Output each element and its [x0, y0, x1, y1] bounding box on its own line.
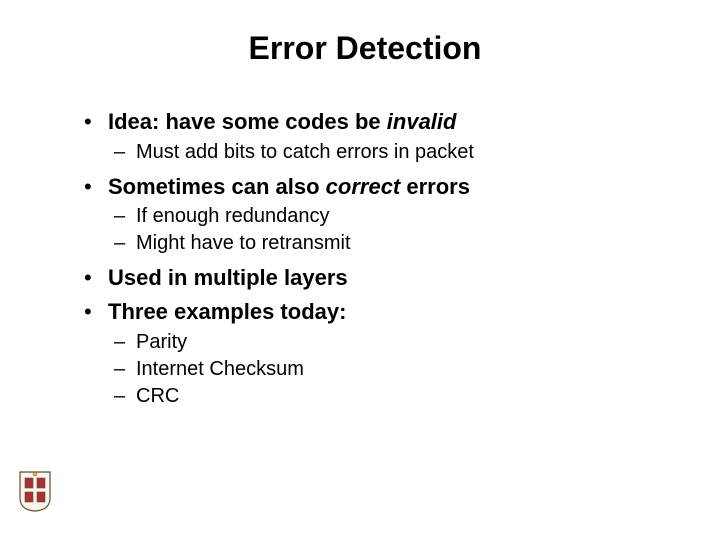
sub-bullet-item: If enough redundancy: [108, 203, 670, 230]
bullet-text-pre: Used in multiple layers: [108, 265, 348, 290]
sub-bullet-item: Internet Checksum: [108, 356, 670, 383]
bullet-item: Used in multiple layers: [80, 263, 670, 293]
bullet-text-post: errors: [400, 174, 470, 199]
sub-bullet-item: Might have to retransmit: [108, 230, 670, 257]
bullet-text-pre: Idea: have some codes be: [108, 109, 387, 134]
bullet-main: Idea: have some codes be invalid: [108, 109, 456, 134]
bullet-text-pre: Three examples today:: [108, 299, 346, 324]
sub-bullet-item: Must add bits to catch errors in packet: [108, 139, 670, 166]
bullet-text-pre: Sometimes can also: [108, 174, 326, 199]
slide-content: Idea: have some codes be invalid Must ad…: [60, 107, 670, 410]
bullet-main: Used in multiple layers: [108, 265, 348, 290]
bullet-text-em: correct: [326, 174, 401, 199]
bullet-item: Sometimes can also correct errors If eno…: [80, 172, 670, 258]
sub-bullet-item: Parity: [108, 329, 670, 356]
sub-bullet-list: If enough redundancy Might have to retra…: [108, 203, 670, 257]
sub-bullet-list: Must add bits to catch errors in packet: [108, 139, 670, 166]
bullet-text-em: invalid: [387, 109, 457, 134]
slide-title: Error Detection: [60, 30, 670, 67]
sub-bullet-list: Parity Internet Checksum CRC: [108, 329, 670, 410]
bullet-item: Three examples today: Parity Internet Ch…: [80, 297, 670, 410]
bullet-main: Three examples today:: [108, 299, 346, 324]
bullet-list: Idea: have some codes be invalid Must ad…: [80, 107, 670, 410]
bullet-main: Sometimes can also correct errors: [108, 174, 470, 199]
university-crest-icon: [18, 468, 52, 512]
slide: Error Detection Idea: have some codes be…: [0, 0, 720, 540]
sub-bullet-item: CRC: [108, 383, 670, 410]
bullet-item: Idea: have some codes be invalid Must ad…: [80, 107, 670, 166]
